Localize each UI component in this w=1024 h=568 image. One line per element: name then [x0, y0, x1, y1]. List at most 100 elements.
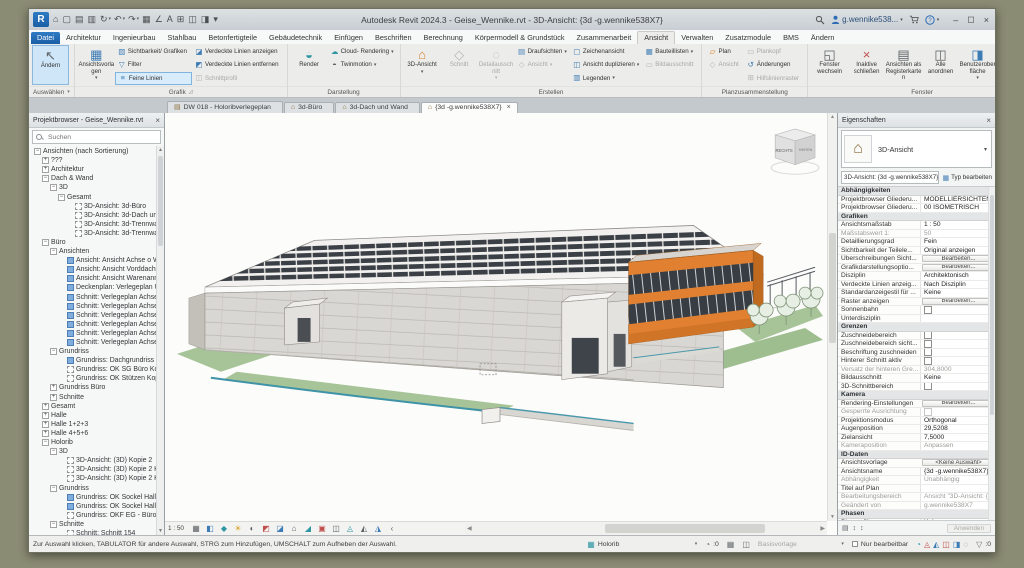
property-value[interactable]: 1 : 50: [920, 221, 995, 229]
tree-item[interactable]: 3D-Ansicht: 3d-Dach und W: [31, 211, 164, 220]
selection-toggle-icon[interactable]: ◌: [963, 540, 968, 549]
dropdown-caret-icon[interactable]: ▾: [612, 75, 615, 81]
view-control-icon[interactable]: ☀: [231, 523, 245, 534]
property-row[interactable]: Rendering-Einstellungen Bearbeiten...: [838, 399, 995, 408]
tree-expander[interactable]: +: [42, 402, 49, 410]
property-value[interactable]: Bearbeiten...: [922, 399, 992, 407]
tree-expander[interactable]: −: [50, 248, 57, 256]
tree-item[interactable]: + Halle 1+2+3: [31, 420, 164, 429]
quick-access-icon[interactable]: ∠: [154, 13, 165, 26]
tree-item[interactable]: Ansicht: Ansicht Warenannah: [31, 274, 164, 283]
tree-expander[interactable]: +: [42, 411, 49, 419]
ribbon-button[interactable]: ▭ Bildausschnitt: [642, 58, 698, 71]
view-control-icon[interactable]: ◬: [343, 523, 357, 534]
ribbon-tab[interactable]: Verwalten: [675, 32, 719, 44]
quick-access-icon[interactable]: ◨: [200, 13, 212, 26]
ribbon-tab[interactable]: Körpermodell & Grundstück: [469, 32, 571, 44]
panel-label[interactable]: Fenster: [808, 86, 995, 97]
selection-toggle-icon[interactable]: ◭: [933, 540, 939, 549]
tree-item[interactable]: + Gesamt: [31, 402, 164, 411]
view-tab[interactable]: ⌂ {3d -g.wennike538X7} ×: [420, 102, 518, 113]
property-value[interactable]: 7,5000: [920, 433, 995, 441]
tree-expander[interactable]: [58, 330, 65, 337]
scroll-right-icon[interactable]: ▶: [820, 525, 825, 532]
dropdown-caret-icon[interactable]: ▾: [95, 75, 98, 81]
scroll-down-icon[interactable]: ▼: [157, 528, 164, 534]
ribbon-tab[interactable]: Ingenieurbau: [107, 32, 162, 44]
properties-list[interactable]: Abhängigkeiten Projektbrowser Gliederu..…: [838, 186, 995, 520]
model-canvas[interactable]: RECHTS HINTEN: [165, 113, 827, 521]
tree-expander[interactable]: [66, 230, 73, 237]
view-control-icon[interactable]: ◢: [301, 523, 315, 534]
dropdown-caret-icon[interactable]: ▾: [391, 49, 394, 55]
tree-item[interactable]: + Architektur: [31, 165, 164, 174]
property-value[interactable]: [920, 408, 995, 416]
ribbon-tab[interactable]: Datei: [31, 32, 61, 44]
search-icon[interactable]: [815, 15, 825, 25]
revit-logo[interactable]: R: [33, 12, 49, 27]
ribbon-button[interactable]: ☁ Cloud- Rendering ▾: [328, 45, 397, 58]
loading-annex[interactable]: [560, 291, 632, 381]
panel-label[interactable]: Grafik ◿: [74, 86, 287, 97]
property-row[interactable]: Zuschneidebereich sicht...: [838, 340, 995, 349]
property-row[interactable]: Unterdisziplin: [838, 314, 995, 323]
property-row[interactable]: Bildausschnitt Keine: [838, 374, 995, 383]
view-control-icon[interactable]: ⌂: [287, 523, 301, 534]
project-browser-tree[interactable]: ▲ ▼ − Ansichten (nach Sortierung) + ??? …: [29, 146, 164, 535]
ribbon-button[interactable]: ◩ Verdeckte Linien entfernen: [192, 58, 284, 71]
view-control-icon[interactable]: ▣: [315, 523, 329, 534]
ribbon-tab[interactable]: Einfügen: [328, 32, 369, 44]
selection-toggle-icon[interactable]: ◔: [916, 540, 921, 549]
property-row[interactable]: Standardanzeigestil für ... Keine: [838, 289, 995, 298]
dropdown-caret-icon[interactable]: ▾: [495, 75, 498, 81]
tree-item[interactable]: Grundriss: OK Sockel Halle 5: [31, 502, 164, 511]
dropdown-caret-icon[interactable]: ▾: [691, 49, 694, 55]
search-field[interactable]: [32, 130, 161, 144]
tree-item[interactable]: Grundriss: OKF EG - Büro+H: [31, 511, 164, 520]
scale-button[interactable]: 1 : 50: [168, 525, 184, 532]
chevron-down-icon[interactable]: ▾: [984, 146, 987, 153]
ribbon-tab[interactable]: Ansicht: [637, 31, 676, 44]
property-value[interactable]: [920, 484, 995, 492]
type-selector[interactable]: ⌂ 3D-Ansicht ▾: [841, 130, 992, 168]
tree-item[interactable]: Schnitt: Verlegeplan Achse I: [31, 329, 164, 338]
property-value[interactable]: Ansicht "3D-Ansicht: {3d ...: [920, 493, 995, 501]
selection-toggle-icon[interactable]: ◨: [953, 540, 961, 549]
close-button[interactable]: ×: [984, 15, 989, 25]
property-value[interactable]: Original anzeigen: [920, 246, 995, 254]
minimize-button[interactable]: –: [953, 15, 958, 25]
property-value[interactable]: [920, 340, 995, 348]
search-input[interactable]: [46, 132, 157, 142]
scroll-up-icon[interactable]: ▲: [828, 114, 837, 120]
worksets-dialog-icon[interactable]: ▦: [727, 540, 735, 549]
view-tab[interactable]: ⌂ 3d-Dach und Wand: [335, 102, 420, 113]
property-row[interactable]: Verdeckte Linien anzeig... Nach Diszipli…: [838, 280, 995, 289]
property-value[interactable]: Keine: [920, 289, 995, 297]
tree-expander[interactable]: −: [42, 439, 49, 447]
tree-expander[interactable]: −: [50, 484, 57, 492]
tree-item[interactable]: + ???: [31, 156, 164, 165]
account-menu[interactable]: g.wennike538... ▾: [831, 15, 903, 24]
apply-button[interactable]: Anwenden: [946, 523, 991, 533]
quick-access-icon[interactable]: ▾: [212, 13, 220, 26]
editable-only-toggle[interactable]: Nur bearbeitbar: [851, 541, 908, 548]
property-row[interactable]: Grenzen: [838, 323, 995, 332]
scroll-down-icon[interactable]: ▼: [828, 514, 837, 520]
property-value[interactable]: 29,5208: [920, 425, 995, 433]
ribbon-tab[interactable]: Berechnung: [418, 32, 469, 44]
dropdown-caret-icon[interactable]: ▾: [374, 62, 377, 68]
tree-item[interactable]: − Ansichten (nach Sortierung): [31, 147, 164, 156]
instance-combo[interactable]: 3D-Ansicht: {3d -g.wennike538X7}▾: [841, 171, 940, 184]
tree-expander[interactable]: −: [50, 520, 57, 528]
property-row[interactable]: Projektbrowser Gliederu... MODELLIERSICH…: [838, 195, 995, 204]
view-control-icon[interactable]: ◫: [329, 523, 343, 534]
property-row[interactable]: Zielansicht 7,5000: [838, 433, 995, 442]
view-control-icon[interactable]: ◧: [203, 523, 217, 534]
scroll-left-icon[interactable]: ◀: [467, 525, 472, 532]
tree-expander[interactable]: −: [50, 184, 57, 192]
quick-access-icon[interactable]: A: [166, 13, 175, 26]
property-row[interactable]: Ansichtsmaßstab 1 : 50: [838, 221, 995, 230]
view-control-icon[interactable]: ◆: [217, 523, 231, 534]
tree-expander[interactable]: [58, 512, 65, 519]
property-row[interactable]: Phasen: [838, 510, 995, 519]
